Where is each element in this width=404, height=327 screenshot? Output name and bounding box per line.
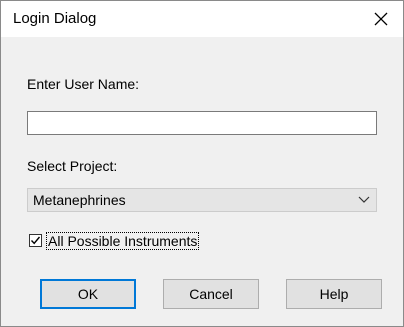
project-selected-value: Metanephrines: [33, 192, 126, 208]
chevron-down-icon: [358, 196, 370, 203]
dialog-title: Login Dialog: [13, 10, 97, 27]
title-bar[interactable]: Login Dialog: [1, 1, 403, 37]
project-select[interactable]: Metanephrines: [27, 188, 377, 212]
login-dialog-window: Login Dialog Enter User Name: Select Pro…: [0, 0, 404, 327]
username-input[interactable]: [27, 111, 377, 135]
instruments-checkbox-label[interactable]: All Possible Instruments: [46, 232, 200, 250]
checkmark-icon: [30, 236, 41, 245]
help-button[interactable]: Help: [286, 279, 382, 309]
project-label: Select Project:: [27, 158, 118, 174]
close-icon: [374, 12, 388, 26]
cancel-button[interactable]: Cancel: [163, 279, 259, 309]
instruments-checkbox-row[interactable]: All Possible Instruments: [27, 231, 217, 253]
ok-button[interactable]: OK: [40, 279, 136, 309]
close-button[interactable]: [359, 1, 403, 37]
username-label: Enter User Name:: [27, 76, 140, 92]
instruments-checkbox[interactable]: [29, 234, 42, 247]
